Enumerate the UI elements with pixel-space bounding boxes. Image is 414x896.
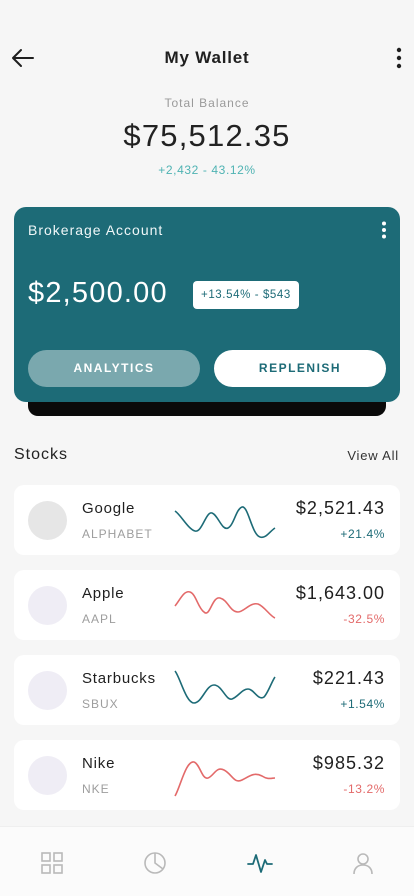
total-balance-value: $75,512.35 <box>123 118 291 153</box>
sparkline-chart <box>174 506 276 539</box>
stock-change: -13.2% <box>343 782 385 796</box>
stock-logo <box>28 671 67 710</box>
stock-name: Apple <box>82 585 125 602</box>
stock-name: Nike <box>82 755 116 772</box>
stock-logo <box>28 586 67 625</box>
stock-price: $2,521.43 <box>295 498 385 518</box>
total-balance-change: +2,432 - 43.12% <box>158 163 256 177</box>
stock-logo <box>28 501 67 540</box>
card-title: Brokerage Account <box>28 222 164 238</box>
account-amount: $2,500.00 <box>28 277 168 309</box>
stock-ticker: SBUX <box>82 697 119 711</box>
stock-price: $1,643.00 <box>295 583 385 603</box>
stock-row-nike[interactable]: Nike NKE $985.32 -13.2% <box>14 740 400 810</box>
activity-icon <box>247 854 273 873</box>
stock-ticker: AAPL <box>82 612 117 626</box>
more-vertical-icon <box>396 47 402 69</box>
bottom-tab-bar <box>0 826 414 896</box>
stock-row-apple[interactable]: Apple AAPL $1,643.00 -32.5% <box>14 570 400 640</box>
stock-change: -32.5% <box>343 612 385 626</box>
brokerage-account-card[interactable]: Brokerage Account $2,500.00 +13.54% - $5… <box>14 207 400 402</box>
replenish-button[interactable]: REPLENISH <box>214 350 386 387</box>
analytics-button[interactable]: ANALYTICS <box>28 350 200 387</box>
tab-dashboard[interactable] <box>38 849 66 877</box>
grid-icon <box>41 852 63 874</box>
view-all-link[interactable]: View All <box>347 448 399 463</box>
tab-activity[interactable] <box>246 849 274 877</box>
stocks-section-title: Stocks <box>14 446 69 463</box>
tab-profile[interactable] <box>349 849 377 877</box>
stock-row-starbucks[interactable]: Starbucks SBUX $221.43 +1.54% <box>14 655 400 725</box>
stock-change: +1.54% <box>340 697 385 711</box>
stock-row-google[interactable]: Google ALPHABET $2,521.43 +21.4% <box>14 485 400 555</box>
stock-name: Starbucks <box>82 670 156 687</box>
stock-price: $985.32 <box>312 753 385 773</box>
tab-portfolio[interactable] <box>141 849 169 877</box>
card-more-button[interactable] <box>378 220 390 240</box>
more-vertical-icon <box>382 221 386 239</box>
stock-price: $221.43 <box>312 668 385 688</box>
page-title: My Wallet <box>164 48 250 67</box>
stock-logo <box>28 756 67 795</box>
stock-ticker: NKE <box>82 782 110 796</box>
stock-change: +21.4% <box>340 527 385 541</box>
stock-name: Google <box>82 500 136 517</box>
more-options-button[interactable] <box>392 45 406 71</box>
app-header: My Wallet <box>0 0 414 100</box>
stock-ticker: ALPHABET <box>82 527 153 541</box>
account-change-badge: +13.54% - $543 <box>193 281 299 309</box>
sparkline-chart <box>174 761 276 797</box>
user-icon <box>353 853 373 875</box>
pie-chart-icon <box>144 852 166 874</box>
sparkline-chart <box>174 670 276 704</box>
sparkline-chart <box>174 590 276 619</box>
total-balance-label: Total Balance <box>164 96 250 110</box>
